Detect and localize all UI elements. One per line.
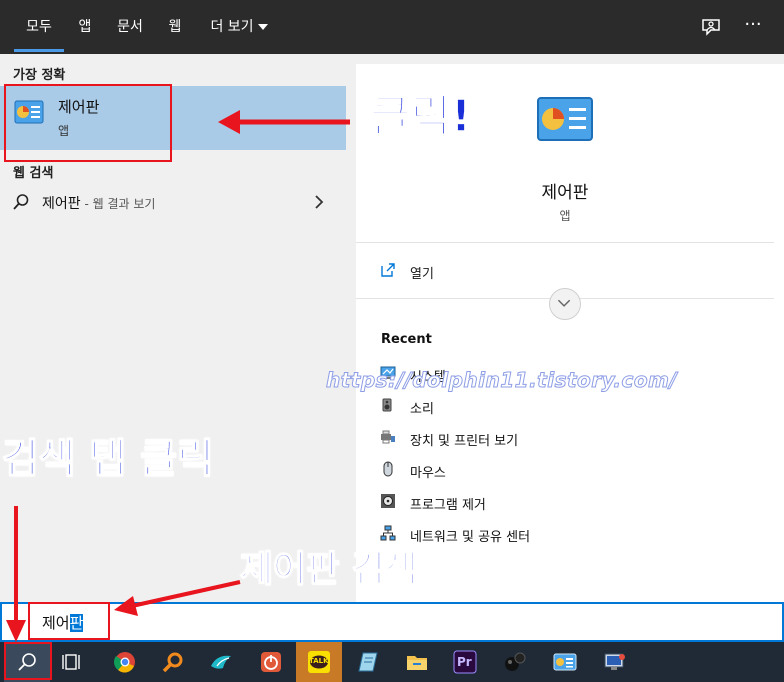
annotation-search-control-panel: 제어판 검색 <box>239 548 419 591</box>
watermark-text: https://dolphin11.tistory.com/ <box>325 368 678 393</box>
annotation-click: 클릭! <box>369 90 472 143</box>
annotation-box-search-text <box>28 602 110 640</box>
annotation-search-tab-click: 검색 탭 클릭 <box>1 435 214 483</box>
annotation-box-search-button <box>4 642 52 680</box>
